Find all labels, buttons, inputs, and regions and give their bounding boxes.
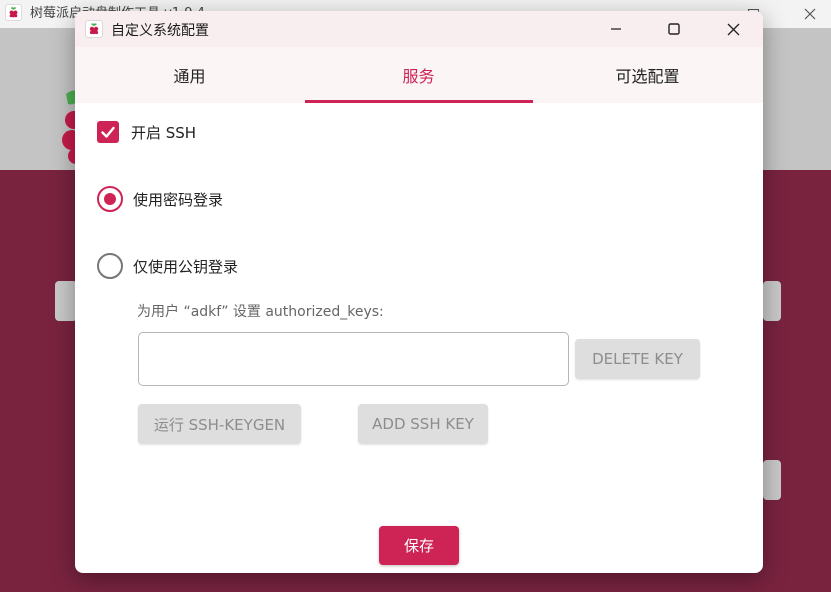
authorized-keys-label: 为用户 “adkf” 设置 authorized_keys: bbox=[137, 304, 384, 320]
add-ssh-key-button[interactable]: ADD SSH KEY bbox=[358, 404, 488, 444]
close-icon bbox=[804, 8, 816, 20]
authorized-keys-input[interactable] bbox=[138, 332, 569, 386]
background-raspberry-icon bbox=[5, 4, 22, 21]
dialog-title: 自定义系统配置 bbox=[111, 23, 209, 39]
tab-bar: 通用 服务 可选配置 bbox=[75, 47, 763, 103]
close-icon bbox=[727, 23, 739, 35]
maximize-icon bbox=[668, 23, 680, 35]
tab-general[interactable]: 通用 bbox=[75, 47, 304, 103]
dialog-titlebar: 自定义系统配置 bbox=[75, 11, 763, 47]
pubkey-login-radio[interactable] bbox=[97, 253, 123, 279]
minimize-icon bbox=[611, 28, 621, 30]
delete-key-button[interactable]: DELETE KEY bbox=[575, 339, 700, 379]
background-button-left bbox=[55, 281, 77, 321]
background-button-right bbox=[763, 281, 781, 321]
background-button-right-lower bbox=[763, 460, 781, 500]
run-ssh-keygen-button[interactable]: 运行 SSH-KEYGEN bbox=[138, 404, 301, 444]
enable-ssh-label: 开启 SSH bbox=[131, 123, 197, 142]
save-button[interactable]: 保存 bbox=[379, 526, 459, 565]
checkmark-icon bbox=[101, 126, 115, 138]
enable-ssh-row[interactable]: 开启 SSH bbox=[97, 121, 196, 143]
tab-options[interactable]: 可选配置 bbox=[533, 47, 762, 103]
password-login-row[interactable]: 使用密码登录 bbox=[97, 186, 223, 212]
minimize-button[interactable] bbox=[587, 11, 645, 47]
password-login-radio[interactable] bbox=[97, 186, 123, 212]
enable-ssh-checkbox[interactable] bbox=[97, 121, 119, 143]
raspberry-icon bbox=[85, 20, 103, 38]
pubkey-login-label: 仅使用公钥登录 bbox=[133, 257, 239, 276]
maximize-button[interactable] bbox=[645, 11, 703, 47]
tab-services[interactable]: 服务 bbox=[304, 47, 533, 103]
password-login-label: 使用密码登录 bbox=[133, 190, 224, 209]
active-tab-indicator bbox=[305, 100, 533, 103]
pubkey-login-row[interactable]: 仅使用公钥登录 bbox=[97, 253, 238, 279]
close-button[interactable] bbox=[704, 11, 762, 47]
custom-config-dialog: 自定义系统配置 通用 服务 可选配置 开启 SSH 使用密码登录 仅使用公钥登录 bbox=[75, 11, 763, 573]
background-close-button[interactable] bbox=[787, 0, 831, 28]
